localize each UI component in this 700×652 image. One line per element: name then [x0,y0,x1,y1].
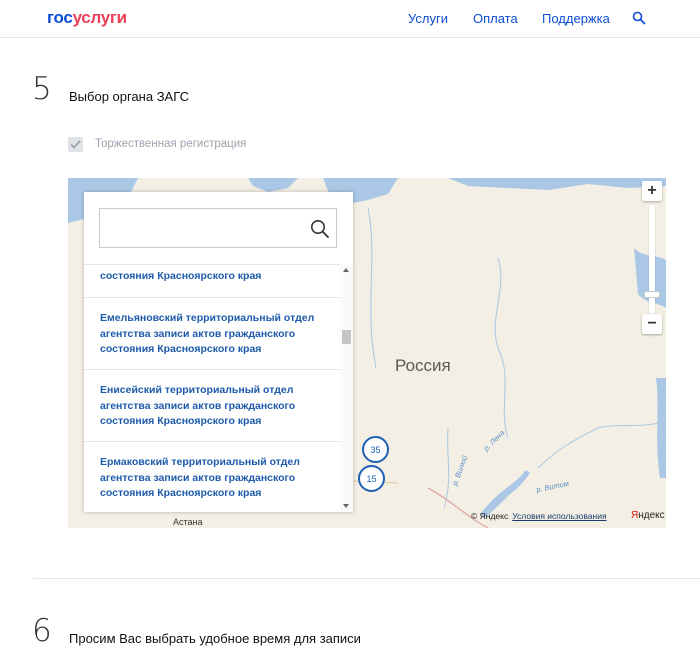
map-copyright: © Яндекс Условия использования [471,511,607,521]
list-item-line: состояния Красноярского края [100,415,262,427]
step-title: Выбор органа ЗАГС [69,89,190,104]
map-cluster-marker[interactable]: 35 [362,436,389,463]
logo-part-gos: гос [47,8,73,27]
map-label-astana: Астана [173,517,203,527]
logo-part-uslugi: услуги [72,8,128,27]
check-icon [70,139,81,149]
ceremony-checkbox-label: Торжественная регистрация [95,138,247,150]
scroll-down-arrow-icon[interactable] [343,504,349,508]
map-cluster-marker[interactable]: 15 [358,465,385,492]
zoom-in-button[interactable]: + [642,181,662,201]
gosuslugi-logo[interactable]: госуслуги [47,8,127,28]
zoom-out-button[interactable]: − [642,314,662,334]
list-item-line: Ермаковский территориальный отдел [100,456,300,468]
list-item-line: состояния Красноярского края [100,270,262,282]
list-item-line: состояния Красноярского края [100,343,262,355]
scroll-up-arrow-icon[interactable] [343,268,349,272]
nav-support[interactable]: Поддержка [542,11,610,26]
organ-list: состояния Красноярского края Емельяновск… [84,264,340,512]
copyright-text: © Яндекс [471,511,509,521]
step-number: 5 [32,71,52,107]
list-item[interactable]: Енисейский территориальный отдел агентст… [84,370,340,442]
list-item-line: состояния Красноярского края [100,487,262,499]
list-item[interactable]: Ермаковский территориальный отдел агентс… [84,442,340,512]
yandex-logo-rest: ндекс [638,510,665,521]
step-number: 6 [32,613,52,649]
map-label-russia: Россия [395,356,451,375]
organ-search-input[interactable] [100,209,305,247]
section-divider [33,578,700,579]
zoom-slider-handle[interactable] [644,291,660,298]
list-item[interactable]: состояния Красноярского края [84,255,340,298]
list-item-line: агентства записи актов гражданского [100,471,296,484]
organ-search-box[interactable] [99,208,337,248]
list-item-line: агентства записи актов гражданского [100,399,296,412]
terms-link[interactable]: Условия использования [512,511,606,521]
search-icon[interactable] [310,219,330,239]
list-item[interactable]: Емельяновский территориальный отдел аген… [84,298,340,370]
ceremony-checkbox[interactable] [68,136,83,152]
organ-search-panel: состояния Красноярского края Емельяновск… [84,192,353,512]
scrollbar-thumb[interactable] [342,330,351,344]
list-item-line: Енисейский территориальный отдел [100,384,294,396]
list-item-line: Емельяновский территориальный отдел [100,312,315,324]
ceremony-checkbox-row[interactable]: Торжественная регистрация [68,136,246,152]
yandex-logo[interactable]: Яндекс [631,510,665,521]
site-header: госуслуги Услуги Оплата Поддержка [0,0,700,38]
list-item-line: агентства записи актов гражданского [100,327,296,340]
nav-payment[interactable]: Оплата [473,11,518,26]
list-scrollbar[interactable] [340,264,353,512]
search-icon[interactable] [632,11,648,27]
step-title: Просим Вас выбрать удобное время для зап… [69,631,361,646]
nav-services[interactable]: Услуги [408,11,448,26]
